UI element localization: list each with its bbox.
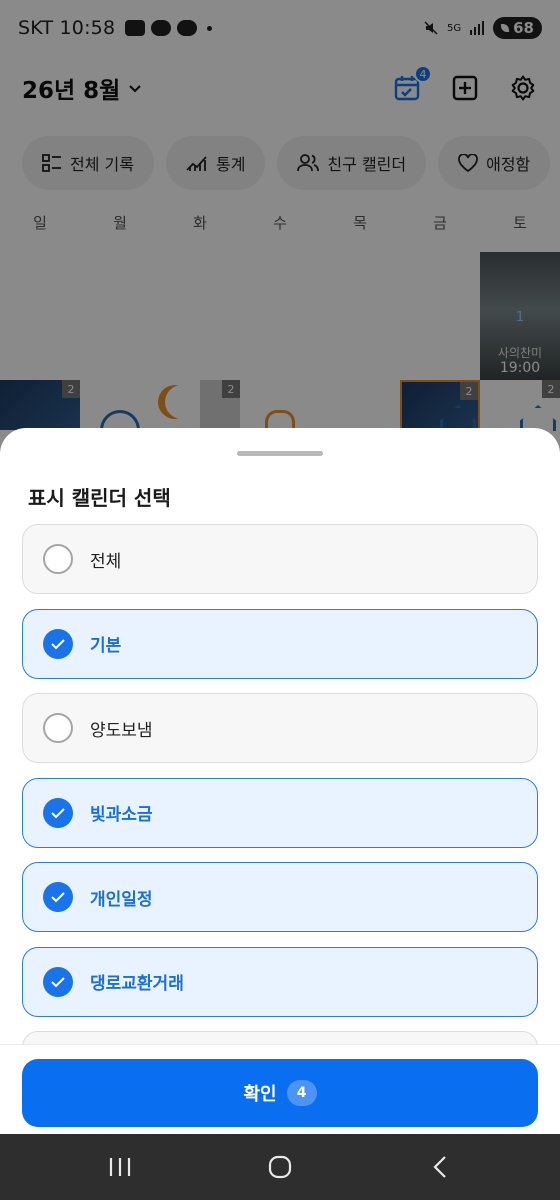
option-label: 전체 bbox=[90, 551, 122, 572]
home-icon bbox=[268, 1155, 292, 1179]
sheet-title: 표시 캘린더 선택 bbox=[28, 486, 171, 510]
option-label: 빛과소금 bbox=[90, 805, 153, 825]
calendar-option-basic[interactable]: 기본 bbox=[22, 608, 538, 679]
check-circle-icon bbox=[43, 966, 73, 997]
sheet-footer: 확인 4 bbox=[0, 1044, 560, 1134]
radio-unchecked-icon bbox=[43, 713, 73, 743]
home-button[interactable] bbox=[250, 1147, 310, 1187]
calendar-option-list: 전체 기본 양도보냄 빛과소금 개인일정 댕로교환거래 bbox=[22, 524, 538, 1066]
calendar-option-all[interactable]: 전체 bbox=[22, 524, 538, 594]
confirm-count-badge: 4 bbox=[286, 1080, 317, 1106]
check-circle-icon bbox=[43, 628, 73, 659]
back-icon bbox=[433, 1156, 446, 1178]
recent-apps-icon bbox=[109, 1158, 131, 1176]
calendar-option-light-salt[interactable]: 빛과소금 bbox=[22, 777, 538, 848]
option-label: 기본 bbox=[90, 636, 122, 656]
calendar-select-sheet: 표시 캘린더 선택 전체 기본 양도보냄 빛과소금 개인일정 댕로교환거래 확인… bbox=[0, 428, 560, 1134]
option-label: 개인일정 bbox=[90, 889, 153, 910]
radio-unchecked-icon bbox=[43, 544, 73, 574]
back-button[interactable] bbox=[410, 1147, 470, 1187]
option-label: 양도보냄 bbox=[90, 720, 153, 741]
calendar-option-personal[interactable]: 개인일정 bbox=[22, 862, 538, 932]
check-circle-icon bbox=[43, 797, 73, 828]
check-circle-icon bbox=[43, 882, 73, 912]
confirm-button[interactable]: 확인 4 bbox=[22, 1059, 538, 1127]
option-label: 댕로교환거래 bbox=[90, 974, 184, 994]
system-navigation-bar bbox=[0, 1134, 560, 1200]
sheet-drag-handle[interactable] bbox=[237, 451, 323, 456]
calendar-option-transferred[interactable]: 양도보냄 bbox=[22, 693, 538, 763]
confirm-label: 확인 bbox=[243, 1084, 277, 1105]
calendar-option-trade[interactable]: 댕로교환거래 bbox=[22, 946, 538, 1017]
recent-apps-button[interactable] bbox=[90, 1147, 150, 1187]
